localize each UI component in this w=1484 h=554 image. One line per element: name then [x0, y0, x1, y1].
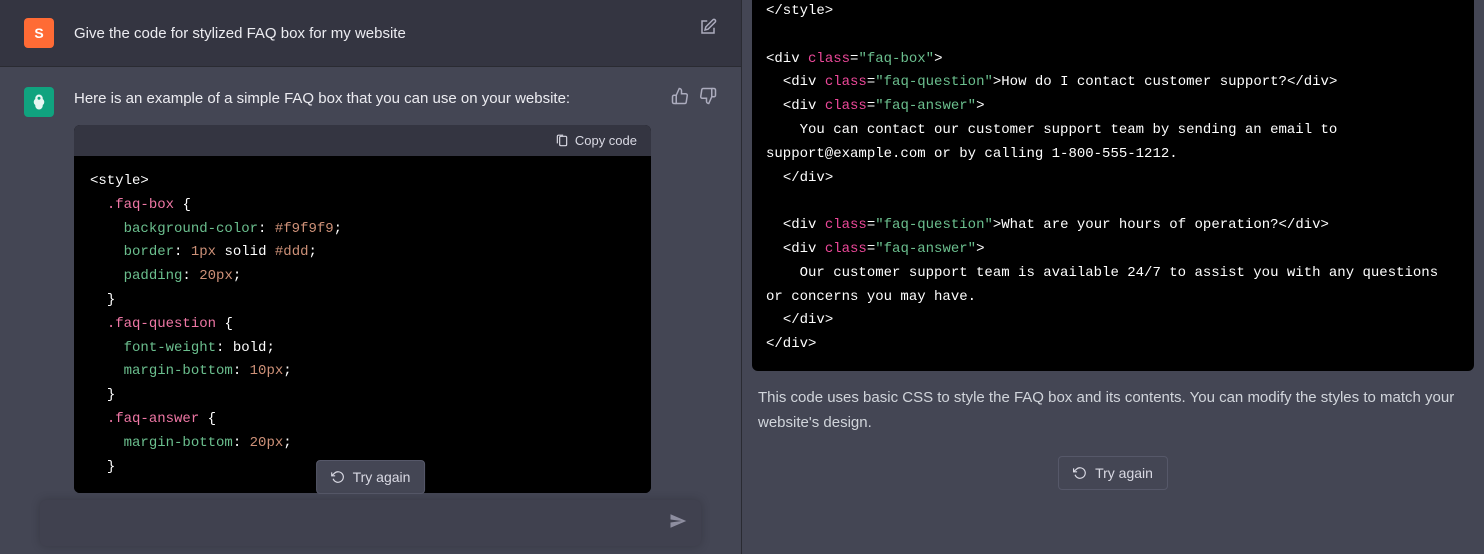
try-again-label: Try again	[353, 469, 411, 485]
copy-code-button[interactable]: Copy code	[555, 133, 637, 148]
try-again-label: Try again	[1095, 465, 1153, 481]
assistant-avatar	[24, 87, 54, 117]
user-message-row: S Give the code for stylized FAQ box for…	[0, 0, 741, 67]
user-avatar: S	[24, 18, 54, 48]
chat-input[interactable]	[54, 515, 669, 532]
send-icon	[669, 512, 687, 530]
assistant-description: This code uses basic CSS to style the FA…	[742, 385, 1484, 436]
edit-icon[interactable]	[699, 18, 717, 36]
code-header: Copy code	[74, 125, 651, 156]
try-again-button[interactable]: Try again	[1058, 456, 1168, 490]
clipboard-icon	[555, 134, 569, 148]
refresh-icon	[331, 470, 345, 484]
code-block: Copy code <style> .faq-box { background-…	[74, 125, 651, 493]
refresh-icon	[1073, 466, 1087, 480]
user-prompt-text: Give the code for stylized FAQ box for m…	[74, 18, 679, 46]
assistant-intro-text: Here is an example of a simple FAQ box t…	[74, 87, 651, 111]
thumbs-up-icon[interactable]	[671, 87, 689, 105]
code-content-left: <style> .faq-box { background-color: #f9…	[74, 156, 651, 493]
code-content-right: </style> <div class="faq-box"> <div clas…	[752, 0, 1474, 371]
copy-code-label: Copy code	[575, 133, 637, 148]
thumbs-down-icon[interactable]	[699, 87, 717, 105]
send-button[interactable]	[669, 512, 687, 535]
chat-input-bar	[40, 500, 701, 546]
try-again-button[interactable]: Try again	[316, 460, 426, 494]
